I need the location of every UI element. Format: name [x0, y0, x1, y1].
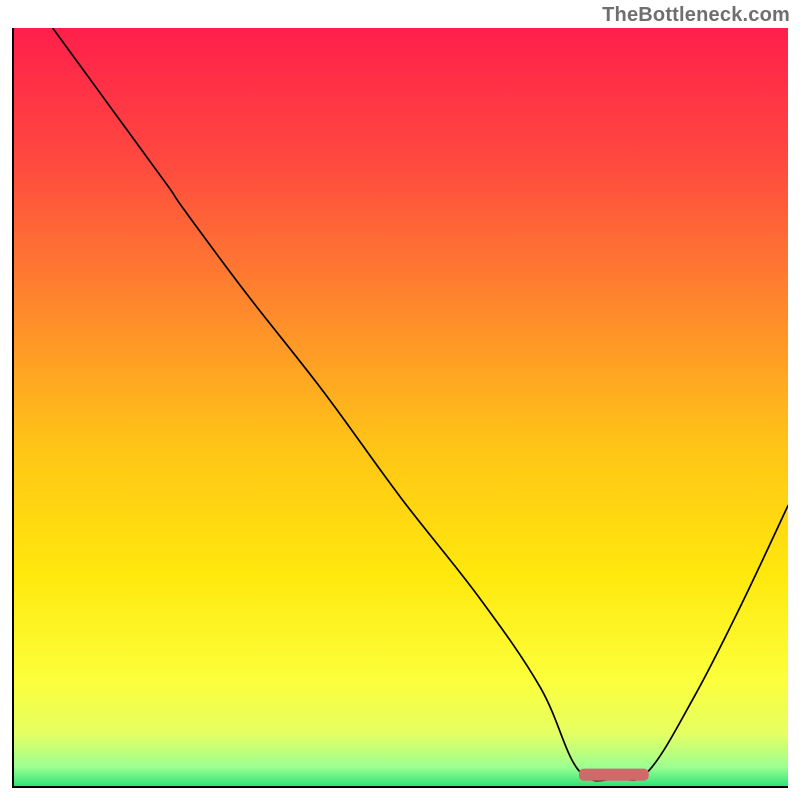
watermark-text: TheBottleneck.com: [602, 4, 790, 27]
gradient-background: [14, 28, 788, 786]
plot-svg: [14, 28, 788, 786]
optimal-marker: [579, 769, 649, 781]
plot-area: [12, 28, 788, 788]
chart-frame: TheBottleneck.com: [0, 0, 800, 800]
